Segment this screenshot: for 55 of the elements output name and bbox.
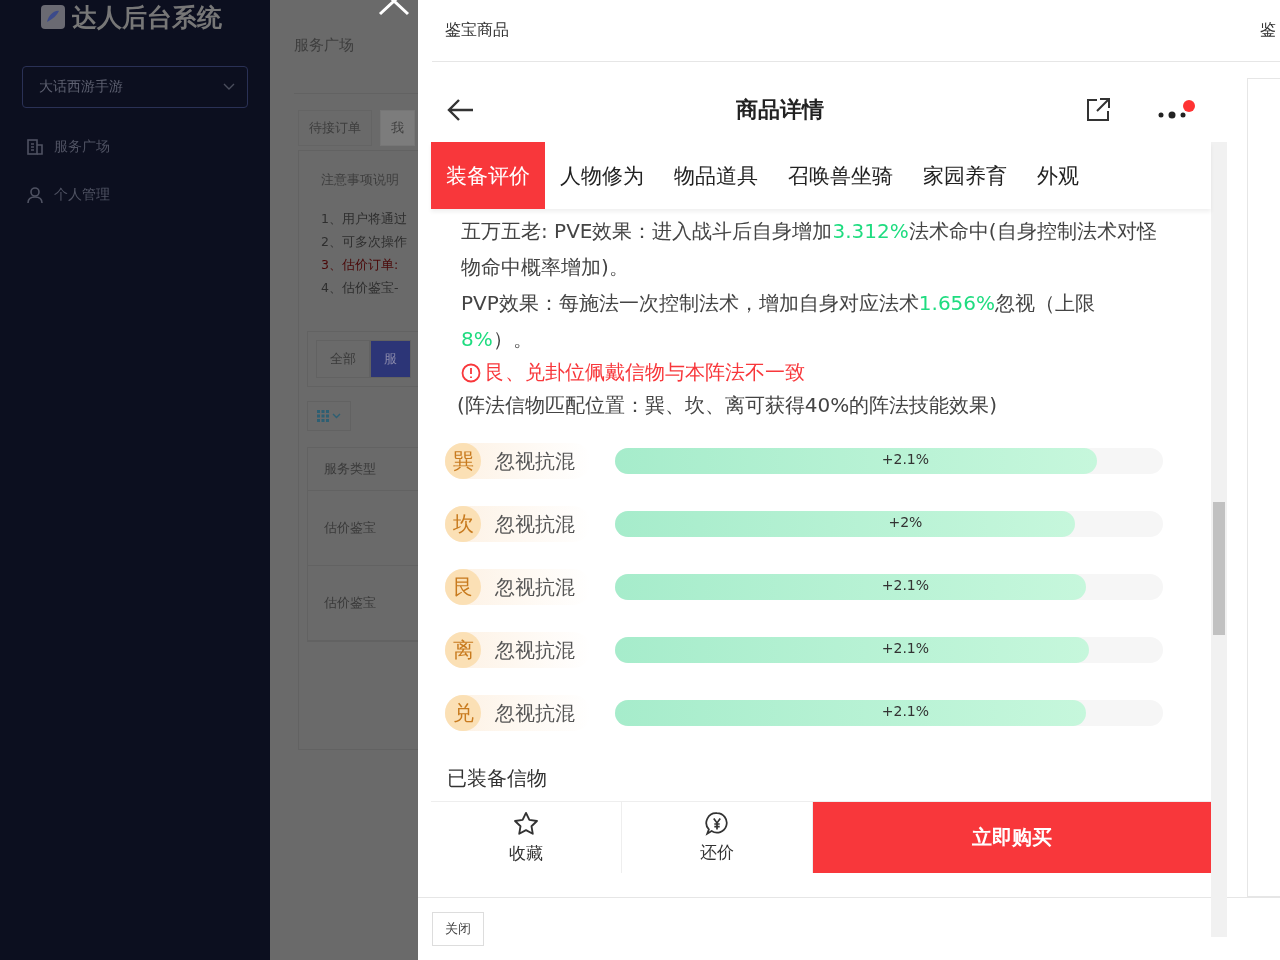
attribute-label: 忽视抗混 (495, 636, 575, 664)
buy-button[interactable]: 立即购买 (813, 802, 1211, 873)
user-icon (26, 186, 44, 204)
building-icon (26, 138, 44, 156)
grid-icon (317, 410, 329, 422)
more-icon (1157, 110, 1187, 120)
trigram-badge: 坎 (445, 506, 481, 542)
trigram-badge: 兑 (445, 695, 481, 731)
close-button[interactable]: 关闭 (432, 912, 484, 946)
drawer-title: 鉴 (1260, 20, 1277, 41)
back-button[interactable] (447, 98, 475, 122)
notice-text: 3、估价订单: (321, 257, 400, 274)
notice-text: 1、用户将通过 (321, 211, 408, 228)
tab[interactable]: 物品道具 (659, 142, 773, 209)
tab[interactable]: 装备评价 (431, 142, 545, 209)
tab[interactable]: 我 (380, 110, 415, 146)
page-title: 商品详情 (736, 96, 824, 124)
attribute-label: 忽视抗混 (495, 699, 575, 727)
trigram-badge: 离 (445, 632, 481, 668)
chevron-down-icon (223, 83, 235, 91)
share-button[interactable] (1085, 97, 1111, 123)
description-text: 五万五老: PVE效果：进入战斗后自身增加3.312%法术命中(自身控制法术对怪物命中概率增加)。 (461, 218, 1158, 281)
trigram-badge: 巽 (445, 443, 481, 479)
view-toggle-button[interactable] (307, 401, 351, 431)
menu-item[interactable]: 个人管理 (54, 186, 110, 204)
bar-value: +2.1% (880, 451, 931, 467)
attribute-label: 忽视抗混 (495, 447, 575, 475)
bar-value: +2.1% (880, 703, 931, 719)
tab[interactable]: 人物修为 (545, 142, 659, 209)
attribute-label: 忽视抗混 (495, 573, 575, 601)
bar-value: +2.1% (880, 577, 931, 593)
bar-value: +2.1% (880, 640, 931, 656)
star-icon (512, 810, 540, 838)
chevron-down-icon (332, 413, 341, 419)
menu-item[interactable]: 服务广场 (54, 138, 110, 156)
game-select[interactable]: 大话西游手游 (22, 66, 248, 108)
yen-bubble-icon (704, 811, 730, 837)
logo-icon (40, 4, 66, 30)
scrollbar[interactable] (1211, 142, 1227, 937)
tab[interactable]: 外观 (1022, 142, 1094, 209)
note-text: (阵法信物匹配位置：巽、坎、离可获得40%的阵法技能效果) (457, 392, 999, 419)
description-text: PVP效果：每施法一次控制法术，增加自身对应法术1.656%忽视（上限 8%）。 (461, 290, 1097, 353)
filter-button[interactable]: 服 (370, 340, 411, 378)
bar-value: +2% (887, 514, 924, 530)
tab[interactable]: 家园养育 (908, 142, 1022, 209)
tab[interactable]: 召唤兽坐骑 (773, 142, 908, 209)
notice-text: 4、估价鉴宝- (321, 280, 400, 297)
drawer-title: 鉴宝商品 (445, 20, 509, 41)
attribute-label: 忽视抗混 (495, 510, 575, 538)
trigram-badge: 艮 (445, 569, 481, 605)
app-title: 达人后台系统 (72, 1, 222, 34)
section-title: 已装备信物 (447, 765, 548, 792)
warning-icon (461, 362, 481, 383)
more-button[interactable] (1157, 100, 1195, 120)
warning-text: 艮、兑卦位佩戴信物与本阵法不一致 (485, 359, 805, 386)
